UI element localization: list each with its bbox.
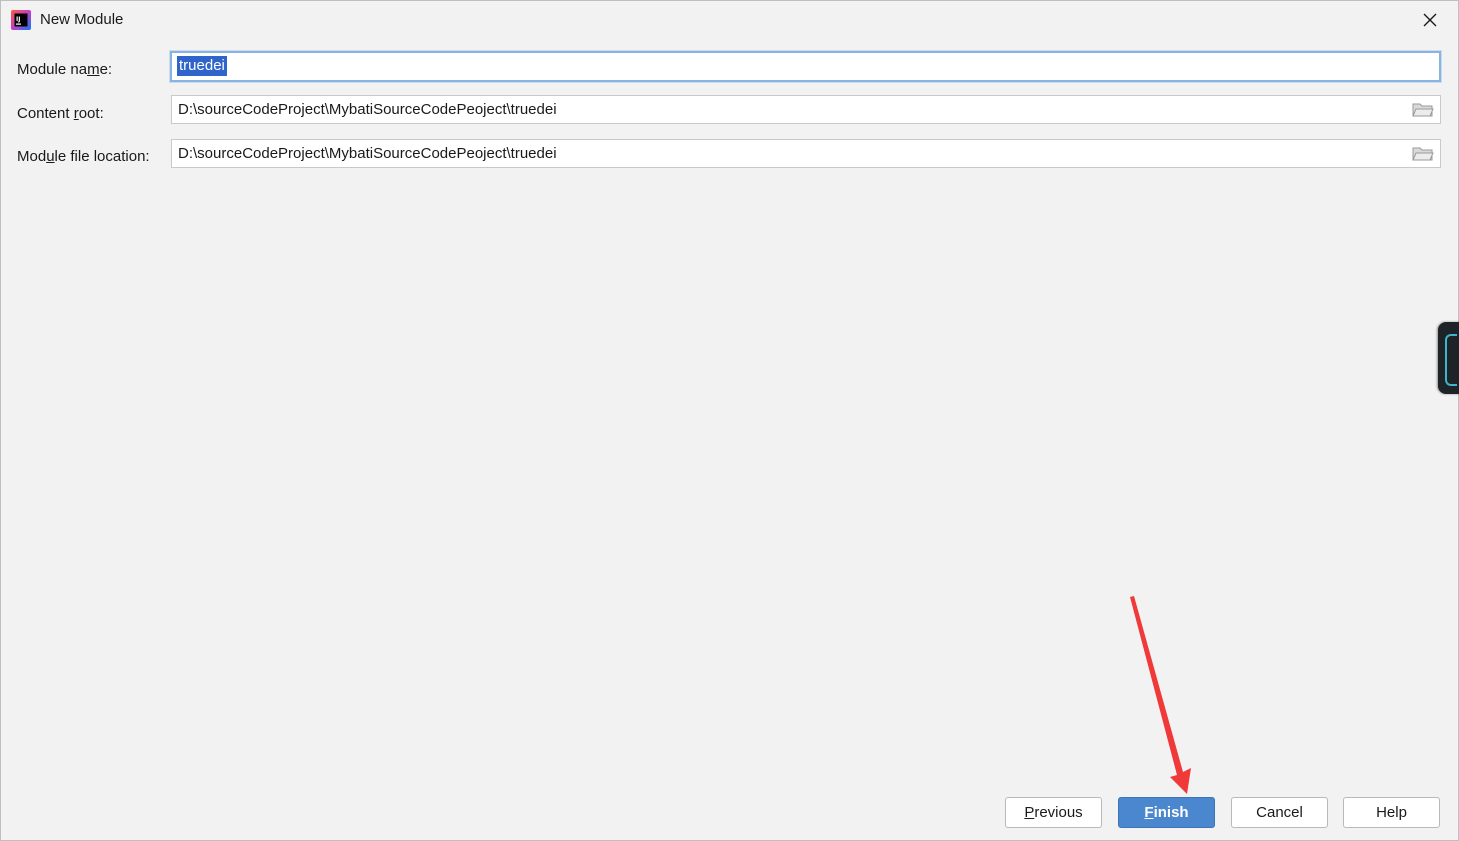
help-button[interactable]: Help <box>1343 797 1440 828</box>
browse-folder-icon[interactable] <box>1412 101 1434 118</box>
module-name-label: Module name: <box>17 61 113 78</box>
previous-button[interactable]: Previous <box>1005 797 1102 828</box>
module-name-value: truedei <box>177 56 227 76</box>
content-root-value: D:\sourceCodeProject\MybatiSourceCodePeo… <box>178 101 557 118</box>
module-file-location-value: D:\sourceCodeProject\MybatiSourceCodePeo… <box>178 145 557 162</box>
side-widget-handle-icon <box>1445 334 1457 386</box>
svg-text:IJ: IJ <box>16 16 20 23</box>
dialog-title: New Module <box>40 11 124 28</box>
close-button[interactable] <box>1415 6 1445 34</box>
module-name-input[interactable]: truedei <box>170 51 1441 82</box>
content-root-field[interactable]: D:\sourceCodeProject\MybatiSourceCodePeo… <box>171 95 1441 124</box>
close-icon <box>1423 13 1437 27</box>
new-module-dialog: IJ New Module Module name: truedei Conte… <box>0 0 1459 841</box>
intellij-app-icon: IJ <box>11 10 31 30</box>
cancel-button[interactable]: Cancel <box>1231 797 1328 828</box>
finish-button[interactable]: Finish <box>1118 797 1215 828</box>
floating-side-widget[interactable] <box>1438 322 1459 394</box>
module-file-location-label: Module file location: <box>17 148 150 165</box>
module-file-location-field[interactable]: D:\sourceCodeProject\MybatiSourceCodePeo… <box>171 139 1441 168</box>
content-root-label: Content root: <box>17 105 104 122</box>
title-bar: IJ New Module <box>1 1 1458 39</box>
browse-folder-icon[interactable] <box>1412 145 1434 162</box>
